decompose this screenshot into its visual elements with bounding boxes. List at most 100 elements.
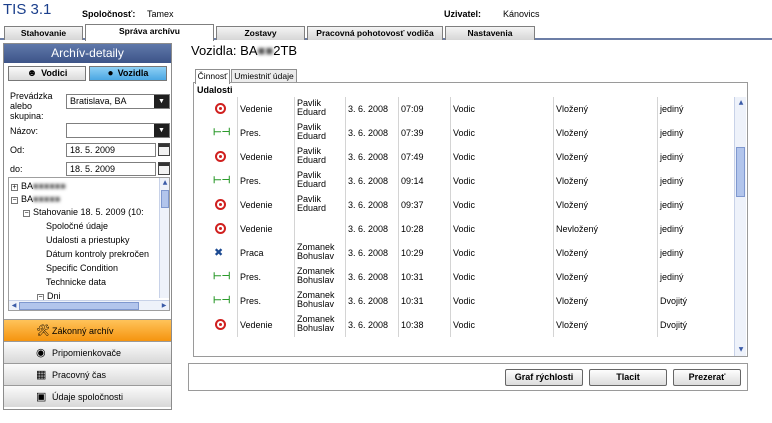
event-row[interactable]: Vedenie Pavlik Eduard 3. 6. 2008 09:37 Vodic… <box>195 193 732 217</box>
drivers-button[interactable]: ☻ Vodici <box>8 66 86 81</box>
event-role: Vodic <box>453 104 476 114</box>
scroll-down-icon[interactable]: ▼ <box>736 345 746 355</box>
company-data-icon: ▣ <box>36 391 47 403</box>
print-button[interactable]: Tlacit <box>589 369 667 386</box>
reminders-button[interactable]: ◉ Pripomienkovače <box>4 341 171 363</box>
event-row[interactable]: Vedenie Pavlik Eduard 3. 6. 2008 07:49 Vodic… <box>195 145 732 169</box>
company-label: Spoločnosť: <box>82 9 136 19</box>
tree-vertical-scrollbar[interactable]: ▲ <box>159 178 169 298</box>
event-date: 3. 6. 2008 <box>348 224 389 234</box>
legal-archive-button[interactable]: 🛠 Zákonný archív <box>4 319 171 341</box>
event-row[interactable]: ⊢⊣ Pres. Pavlik Eduard 3. 6. 2008 07:39 Vodic… <box>195 121 732 145</box>
user-label: Uzivatel: <box>444 9 482 19</box>
bed-icon: ⊢⊣ <box>213 127 231 138</box>
site-select[interactable]: Bratislava, BA ▼ <box>66 94 170 109</box>
tab-stahovanie[interactable]: Stahovanie <box>4 26 83 40</box>
event-mode: jediný <box>660 200 684 210</box>
archive-details-panel: Archív-detaily ☻ Vodici ● Vozidla Prevádzk… <box>3 43 172 410</box>
scroll-up-icon[interactable]: ▲ <box>160 178 169 188</box>
speed-chart-button[interactable]: Graf rýchlosti <box>505 369 583 386</box>
event-driver: Zomanek Bohuslav <box>297 290 335 309</box>
scroll-up-icon[interactable]: ▲ <box>736 98 746 108</box>
event-type: Vedenie <box>240 104 273 114</box>
event-driver: Zomanek Bohuslav <box>297 242 335 261</box>
event-row[interactable]: Vedenie 3. 6. 2008 10:28 Vodic Nevložený jedi… <box>195 217 732 241</box>
archive-icon: 🛠 <box>36 325 50 337</box>
tab-pracovna-pohotovost[interactable]: Pracovná pohotovosť vodiča <box>307 26 443 40</box>
tree-item[interactable]: Udalosti a priestupky <box>46 234 130 247</box>
tree-horizontal-scrollbar[interactable]: ◀ ▶ <box>9 300 169 310</box>
event-type: Vedenie <box>240 200 273 210</box>
event-driver: Pavlik Eduard <box>297 98 327 117</box>
bed-icon: ⊢⊣ <box>213 175 231 186</box>
name-select[interactable]: ▼ <box>66 123 170 138</box>
event-row[interactable]: ⊢⊣ Pres. Zomanek Bohuslav 3. 6. 2008 10:31 Vo… <box>195 289 732 313</box>
tree-item[interactable]: Specific Condition <box>46 262 118 275</box>
events-list: Vedenie Pavlik Eduard 3. 6. 2008 07:09 Vodic… <box>195 96 732 357</box>
event-mode: jediný <box>660 224 684 234</box>
event-status: Vložený <box>556 296 589 306</box>
tree-item[interactable]: Dátum kontroly prekročen <box>46 248 149 261</box>
scroll-right-icon[interactable]: ▶ <box>159 301 169 310</box>
event-date: 3. 6. 2008 <box>348 296 389 306</box>
event-status: Nevložený <box>556 224 599 234</box>
event-row[interactable]: ✖ Praca Zomanek Bohuslav 3. 6. 2008 10:29 Vod… <box>195 241 732 265</box>
event-time: 07:49 <box>401 152 424 162</box>
event-type: Pres. <box>240 128 262 138</box>
tree-item[interactable]: Spoločné údaje <box>46 220 108 233</box>
event-date: 3. 6. 2008 <box>348 200 389 210</box>
vehicles-button[interactable]: ● Vozidla <box>89 66 167 81</box>
tree-item[interactable]: − Stahovanie 18. 5. 2009 (10: <box>23 206 144 219</box>
scroll-left-icon[interactable]: ◀ <box>9 301 19 310</box>
event-driver: Pavlik Eduard <box>297 146 327 165</box>
tab-zostavy[interactable]: Zostavy <box>216 26 305 40</box>
event-role: Vodic <box>453 176 476 186</box>
to-date-input[interactable]: 18. 5. 2009 <box>66 162 156 176</box>
company-data-button[interactable]: ▣ Údaje spoločnosti <box>4 385 171 407</box>
tab-umiestnit-udaje[interactable]: Umiestniť údaje <box>231 69 297 83</box>
reminder-icon: ◉ <box>36 347 46 359</box>
panel-title: Archív-detaily <box>4 44 171 63</box>
event-role: Vodic <box>453 152 476 162</box>
view-button[interactable]: Prezerať <box>673 369 741 386</box>
target-icon <box>215 319 226 330</box>
event-role: Vodic <box>453 248 476 258</box>
event-type: Praca <box>240 248 264 258</box>
archive-tree[interactable]: + BA■■■■■■ − BA■■■■■ − Stahovanie 18. 5. 20… <box>8 177 170 311</box>
target-icon <box>215 103 226 114</box>
event-driver <box>297 217 345 241</box>
event-row[interactable]: ⊢⊣ Pres. Zomanek Bohuslav 3. 6. 2008 10:31 Vo… <box>195 265 732 289</box>
tree-item[interactable]: Technicke data <box>46 276 106 289</box>
tab-nastavenia[interactable]: Nastavenia <box>445 26 535 40</box>
tree-item[interactable]: + BA■■■■■■ <box>11 180 66 193</box>
event-row[interactable]: ⊢⊣ Pres. Pavlik Eduard 3. 6. 2008 09:14 Vodic… <box>195 169 732 193</box>
event-row[interactable]: Vedenie Zomanek Bohuslav 3. 6. 2008 10:38 Vo… <box>195 313 732 337</box>
event-driver: Zomanek Bohuslav <box>297 266 335 285</box>
event-time: 10:31 <box>401 272 424 282</box>
event-type: Pres. <box>240 296 262 306</box>
event-date: 3. 6. 2008 <box>348 152 389 162</box>
event-time: 09:37 <box>401 200 424 210</box>
calendar-icon[interactable] <box>158 143 170 156</box>
event-role: Vodic <box>453 128 476 138</box>
from-label: Od: <box>10 145 25 155</box>
calendar-icon[interactable] <box>158 162 170 175</box>
event-mode: Dvojitý <box>660 320 688 330</box>
event-type: Vedenie <box>240 224 273 234</box>
target-icon <box>215 199 226 210</box>
page-title: Vozidla: BA■■2TB <box>191 43 298 58</box>
company-value: Tamex <box>147 9 174 19</box>
collapse-icon[interactable]: − <box>23 210 30 217</box>
from-date-input[interactable]: 18. 5. 2009 <box>66 143 156 157</box>
expand-icon[interactable]: + <box>11 184 18 191</box>
to-label: do: <box>10 164 23 174</box>
tree-item[interactable]: − BA■■■■■ <box>11 193 60 206</box>
tab-cinnost[interactable]: Činnosť <box>195 69 230 84</box>
event-type: Vedenie <box>240 152 273 162</box>
collapse-icon[interactable]: − <box>11 197 18 204</box>
events-vertical-scrollbar[interactable]: ▲ ▼ <box>734 97 746 356</box>
tab-sprava-archivu[interactable]: Správa archívu <box>85 24 214 41</box>
event-row[interactable]: Vedenie Pavlik Eduard 3. 6. 2008 07:09 Vodic… <box>195 97 732 121</box>
event-role: Vodic <box>453 200 476 210</box>
working-time-button[interactable]: ▦ Pracovný čas <box>4 363 171 385</box>
